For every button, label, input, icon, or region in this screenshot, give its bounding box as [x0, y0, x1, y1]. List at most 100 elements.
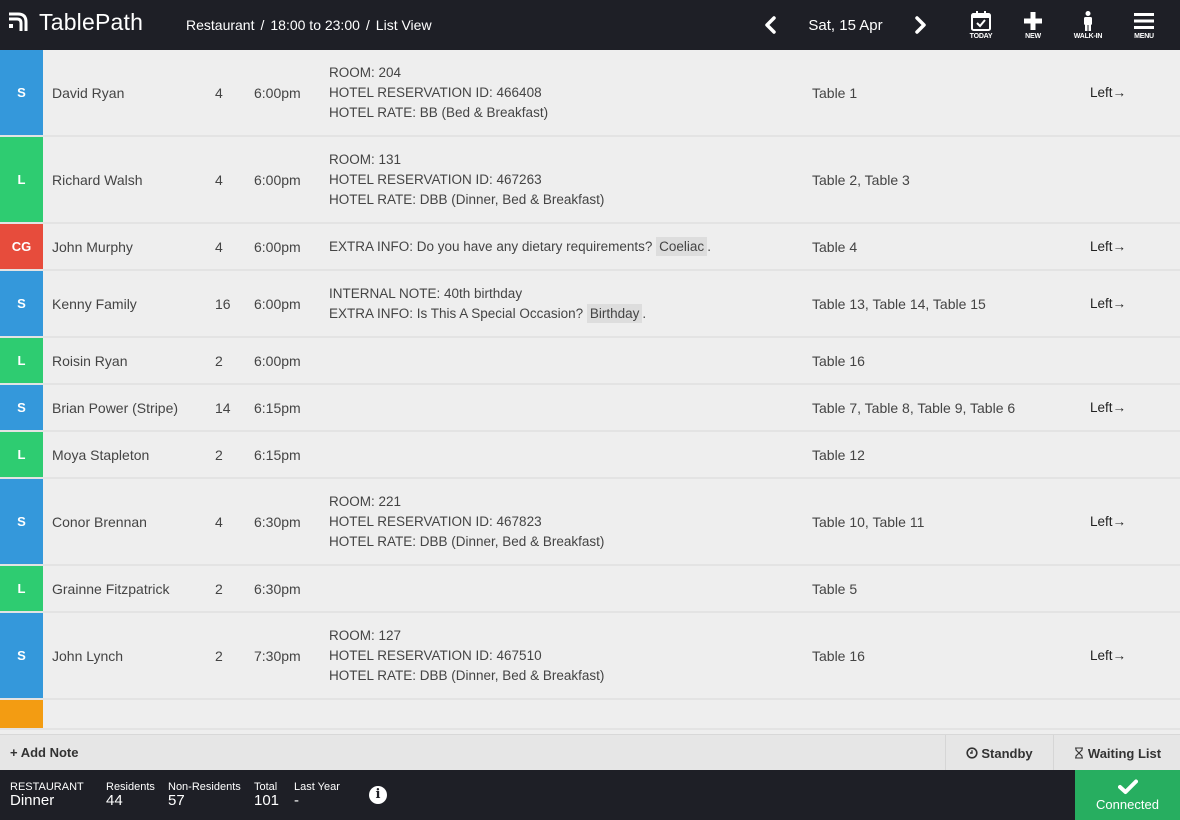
stat-value: - [294, 792, 299, 809]
new-reservation-button[interactable]: NEW [1007, 10, 1059, 40]
stat-label: Last Year [294, 781, 340, 793]
add-note-button[interactable]: + Add Note [10, 745, 79, 760]
reservation-time: 6:30pm [254, 513, 301, 530]
status-badge: L [0, 566, 43, 611]
guest-name: Conor Brennan [52, 513, 147, 530]
seating-status-link[interactable]: Left→ [1090, 514, 1126, 529]
reservation-row[interactable]: L Richard Walsh 4 6:00pm ROOM: 131 HOTEL RESE… [0, 137, 1180, 224]
assigned-tables: Table 7, Table 8, Table 9, Table 6 [812, 399, 1016, 416]
logo[interactable]: TablePath [8, 9, 143, 36]
status-badge: S [0, 271, 43, 336]
reservation-row[interactable]: S Brian Power (Stripe) 14 6:15pm Table 7, Ta… [0, 385, 1180, 432]
note-text: EXTRA INFO: Do you have any dietary requ… [329, 238, 657, 254]
note-text: ROOM: 221 [329, 493, 402, 509]
note-line: HOTEL RATE: DBB (Dinner, Bed & Breakfast… [329, 532, 604, 552]
top-bar: TablePath Restaurant / 18:00 to 23:00 / List… [0, 0, 1180, 50]
note-text: HOTEL RESERVATION ID: 467263 [329, 171, 542, 187]
breadcrumb-item-view[interactable]: List View [376, 17, 432, 33]
waiting-list-button[interactable]: Waiting List [1053, 735, 1180, 771]
reservation-time: 6:15pm [254, 446, 301, 463]
stat-value: 57 [168, 792, 185, 809]
stat-total: Total 101 [254, 781, 279, 809]
breadcrumb-item-venue[interactable]: Restaurant [186, 17, 254, 33]
menu-button[interactable]: MENU [1118, 10, 1170, 40]
seating-status-link[interactable]: Left→ [1090, 648, 1126, 663]
reservation-row[interactable]: L Grainne Fitzpatrick 2 6:30pm Table 5 [0, 566, 1180, 613]
reservation-row[interactable]: S David Ryan 4 6:00pm ROOM: 204 HOTEL RESERVA… [0, 50, 1180, 137]
status-badge: L [0, 338, 43, 383]
status-badge: S [0, 50, 43, 135]
reservation-row[interactable]: S John Lynch 2 7:30pm ROOM: 127 HOTEL RESERVA… [0, 613, 1180, 700]
assigned-tables: Table 13, Table 14, Table 15 [812, 295, 986, 312]
today-label: TODAY [969, 33, 993, 40]
reservation-row[interactable]: S Kenny Family 16 6:00pm INTERNAL NOTE: 40th… [0, 271, 1180, 338]
note-line: HOTEL RATE: BB (Bed & Breakfast) [329, 103, 548, 123]
party-size: 2 [215, 647, 223, 664]
note-text: HOTEL RATE: BB (Bed & Breakfast) [329, 104, 549, 120]
party-size: 2 [215, 352, 223, 369]
note-text: HOTEL RATE: DBB (Dinner, Bed & Breakfast… [329, 191, 605, 207]
current-date[interactable]: Sat, 15 Apr [786, 17, 905, 34]
walk-in-button[interactable]: WALK-IN [1062, 10, 1114, 40]
guest-name: John Lynch [52, 647, 124, 664]
seating-status-link[interactable]: Left→ [1090, 85, 1126, 100]
reservation-time: 6:00pm [254, 352, 301, 369]
note-line: INTERNAL NOTE: 40th birthday [329, 284, 646, 304]
status-badge: L [0, 137, 43, 222]
next-date-button[interactable] [911, 13, 931, 37]
answer-highlight: Coeliac [656, 236, 708, 256]
reservation-row[interactable]: CG John Murphy 4 6:00pm EXTRA INFO: Do you h… [0, 224, 1180, 271]
note-text: HOTEL RATE: DBB (Dinner, Bed & Breakfast… [329, 667, 605, 683]
reservation-notes: ROOM: 221 HOTEL RESERVATION ID: 467823 HOT… [329, 492, 604, 552]
answer-highlight: Birthday [586, 303, 643, 323]
status-badge: S [0, 613, 43, 698]
reservation-row[interactable] [0, 700, 1180, 730]
reservation-row[interactable]: L Roisin Ryan 2 6:00pm Table 16 [0, 338, 1180, 385]
service-summary: RESTAURANT Dinner [10, 781, 84, 809]
assigned-tables: Table 12 [812, 446, 865, 463]
hourglass-icon [1074, 747, 1083, 759]
seating-status-link[interactable]: Left→ [1090, 400, 1126, 415]
reservation-notes: EXTRA INFO: Do you have any dietary requ… [329, 236, 711, 257]
party-size: 14 [215, 399, 231, 416]
new-label: NEW [1025, 33, 1041, 40]
footer-summary: RESTAURANT Dinner Residents 44 Non-Resid… [0, 770, 1180, 820]
breadcrumb-item-timeslot[interactable]: 18:00 to 23:00 [270, 17, 360, 33]
note-text: . [707, 238, 711, 254]
party-size: 2 [215, 580, 223, 597]
status-badge: S [0, 479, 43, 564]
standby-label: Standby [981, 745, 1033, 761]
chevron-left-icon [765, 16, 776, 34]
status-badge [0, 700, 43, 728]
connection-status[interactable]: Connected [1075, 770, 1180, 820]
calendar-check-icon [971, 11, 991, 31]
stat-residents: Residents 44 [106, 781, 155, 809]
guest-name: Moya Stapleton [52, 446, 150, 463]
info-icon[interactable]: i [369, 786, 387, 804]
assigned-tables: Table 4 [812, 238, 858, 255]
today-button[interactable]: TODAY [955, 10, 1007, 40]
assigned-tables: Table 10, Table 11 [812, 513, 925, 530]
prev-date-button[interactable] [760, 13, 780, 37]
breadcrumb-separator: / [260, 17, 265, 33]
seating-status-link[interactable]: Left→ [1090, 296, 1126, 311]
reservation-row[interactable]: S Conor Brennan 4 6:30pm ROOM: 221 HOTEL RESE… [0, 479, 1180, 566]
reservation-time: 6:15pm [254, 399, 301, 416]
standby-button[interactable]: Standby [945, 735, 1053, 771]
party-size: 4 [215, 238, 223, 255]
stat-non-residents: Non-Residents 57 [168, 781, 241, 809]
reservation-row[interactable]: L Moya Stapleton 2 6:15pm Table 12 [0, 432, 1180, 479]
note-line: HOTEL RATE: DBB (Dinner, Bed & Breakfast… [329, 666, 604, 686]
note-line: ROOM: 204 [329, 63, 548, 83]
stat-value: 101 [254, 792, 280, 809]
checkmark-icon [1117, 779, 1138, 794]
party-size: 4 [215, 84, 223, 101]
stat-last-year: Last Year - [294, 781, 340, 809]
note-text: ROOM: 127 [329, 627, 402, 643]
seating-status-link[interactable]: Left→ [1090, 239, 1126, 254]
breadcrumb: Restaurant / 18:00 to 23:00 / List View [186, 17, 432, 33]
action-bar: + Add Note Standby Waiting List [0, 734, 1180, 771]
reservation-list[interactable]: S David Ryan 4 6:00pm ROOM: 204 HOTEL RESERVA… [0, 50, 1180, 734]
assigned-tables: Table 16 [812, 352, 865, 369]
note-text: HOTEL RESERVATION ID: 467510 [329, 647, 542, 663]
